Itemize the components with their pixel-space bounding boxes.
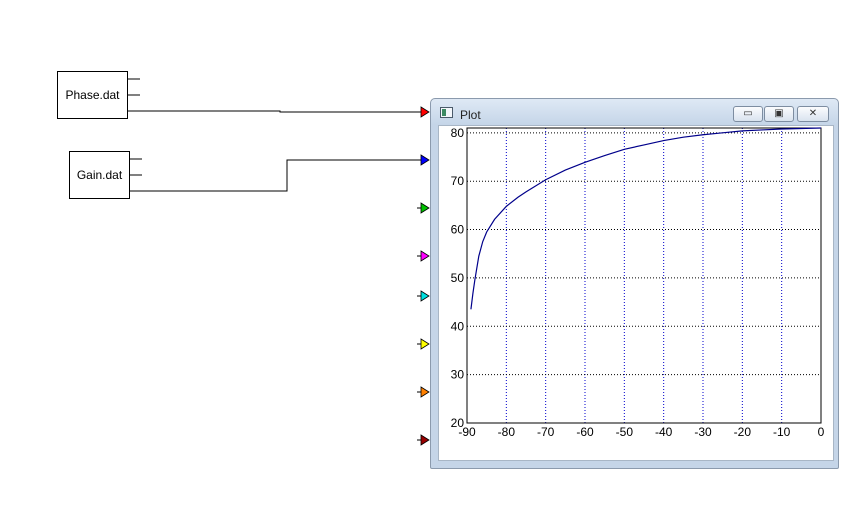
y-tick-label: 40 bbox=[451, 319, 465, 333]
phase-dat-block[interactable]: Phase.dat bbox=[57, 71, 128, 119]
plot-window[interactable]: Plot ▭ ▣ ✕ -90 -80 -70 -60 -50 -40 -30 -20 -10 0 8… bbox=[430, 98, 839, 469]
phase-to-plot-wire[interactable] bbox=[128, 110, 420, 113]
plot-area: -90 -80 -70 -60 -50 -40 -30 -20 -10 0 80 70 60 50 40 30… bbox=[438, 125, 834, 461]
x-tick-label: -40 bbox=[655, 425, 673, 439]
close-icon: ✕ bbox=[808, 108, 818, 119]
window-app-icon bbox=[440, 107, 453, 118]
phase-dat-label: Phase.dat bbox=[65, 88, 120, 102]
plot-input-port-5[interactable] bbox=[417, 290, 430, 302]
plot-input-port-2[interactable] bbox=[417, 154, 430, 166]
plot-input-port-3[interactable] bbox=[417, 202, 430, 214]
y-tick-label: 70 bbox=[451, 174, 465, 188]
minimize-icon: ▭ bbox=[743, 108, 753, 119]
x-tick-label: -10 bbox=[773, 425, 791, 439]
x-tick-label: -60 bbox=[576, 425, 594, 439]
plot-input-port-8[interactable] bbox=[417, 434, 430, 446]
plot-input-port-7[interactable] bbox=[417, 386, 430, 398]
window-title: Plot bbox=[460, 108, 481, 122]
plot-frame bbox=[466, 127, 822, 424]
y-tick-label: 60 bbox=[451, 223, 465, 237]
maximize-button[interactable]: ▣ bbox=[764, 106, 794, 122]
series-line-1 bbox=[470, 127, 822, 310]
x-tick-label: -80 bbox=[498, 425, 516, 439]
gain-dat-label: Gain.dat bbox=[76, 168, 123, 182]
maximize-icon: ▣ bbox=[774, 108, 784, 119]
x-tick-label: -50 bbox=[616, 425, 634, 439]
gain-dat-block[interactable]: Gain.dat bbox=[69, 151, 130, 199]
close-button[interactable]: ✕ bbox=[797, 106, 829, 122]
plot-input-port-6[interactable] bbox=[417, 338, 430, 350]
line-chart: -90 -80 -70 -60 -50 -40 -30 -20 -10 0807060504030… bbox=[451, 126, 825, 439]
y-tick-label: 50 bbox=[451, 271, 465, 285]
plot-input-port-1[interactable] bbox=[417, 106, 430, 118]
x-tick-label: -20 bbox=[734, 425, 752, 439]
plot-window-titlebar[interactable]: Plot ▭ ▣ ✕ bbox=[431, 99, 838, 125]
y-tick-label: 30 bbox=[451, 368, 465, 382]
y-tick-label: 80 bbox=[451, 126, 465, 140]
grid-lines bbox=[467, 128, 821, 423]
x-tick-label: -70 bbox=[537, 425, 555, 439]
y-tick-label: 20 bbox=[451, 416, 465, 430]
x-tick-label: -30 bbox=[694, 425, 712, 439]
gain-to-plot-wire[interactable] bbox=[130, 159, 420, 192]
x-tick-label: 0 bbox=[818, 425, 825, 439]
plot-input-port-4[interactable] bbox=[417, 250, 430, 262]
minimize-button[interactable]: ▭ bbox=[733, 106, 763, 122]
